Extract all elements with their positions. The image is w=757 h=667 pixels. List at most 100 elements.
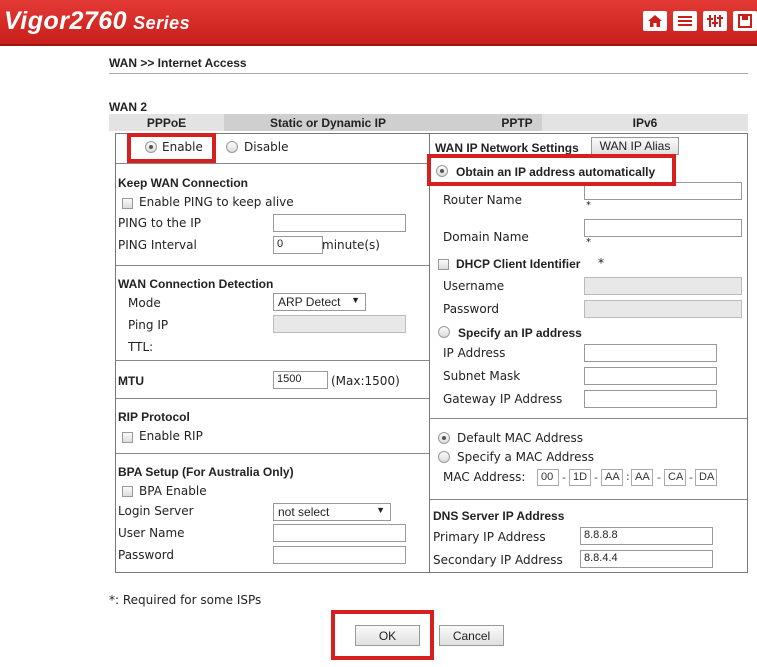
divider xyxy=(430,418,747,419)
subnet-mask-label: Subnet Mask xyxy=(443,369,521,383)
mac-separator: - xyxy=(594,471,598,484)
ttl-label: TTL: xyxy=(128,340,154,354)
user-name-label: User Name xyxy=(118,526,185,540)
secondary-dns-label: Secondary IP Address xyxy=(433,553,563,567)
dropdown-arrow-icon: ▼ xyxy=(351,295,360,305)
login-server-label: Login Server xyxy=(118,504,194,518)
ping-to-ip-input[interactable] xyxy=(273,214,406,232)
dhcp-username-label: Username xyxy=(443,279,505,293)
divider xyxy=(430,499,747,500)
highlight-box xyxy=(127,133,216,163)
ping-interval-input[interactable]: 0 xyxy=(273,236,323,254)
cancel-button[interactable]: Cancel xyxy=(439,625,504,646)
ip-address-label: IP Address xyxy=(443,346,506,360)
ping-interval-label: PING Interval xyxy=(118,238,197,252)
footer-note: *: Required for some ISPs xyxy=(109,593,262,607)
required-asterisk: * xyxy=(586,200,591,211)
mac-octet-1[interactable]: 00 xyxy=(537,469,559,486)
secondary-dns-input[interactable]: 8.8.4.4 xyxy=(580,550,713,568)
home-icon[interactable] xyxy=(643,11,667,31)
disable-label: Disable xyxy=(244,140,289,154)
mtu-max-label: (Max:1500) xyxy=(331,374,400,388)
enable-ping-checkbox[interactable] xyxy=(122,198,133,209)
password-label: Password xyxy=(118,548,175,562)
dhcp-username-input[interactable] xyxy=(584,277,742,295)
router-name-label: Router Name xyxy=(443,193,522,207)
dhcp-client-checkbox[interactable] xyxy=(438,259,449,270)
enable-rip-checkbox[interactable] xyxy=(122,432,133,443)
domain-name-input[interactable] xyxy=(584,219,742,237)
mac-octet-2[interactable]: 1D xyxy=(569,469,591,486)
dhcp-client-label: DHCP Client Identifier xyxy=(456,257,581,271)
tab-pppoe[interactable]: PPPoE xyxy=(109,114,224,131)
required-asterisk: * xyxy=(586,237,591,248)
right-panel: WAN IP Network Settings WAN IP Alias Obt… xyxy=(429,133,748,573)
default-mac-radio[interactable] xyxy=(438,432,450,444)
domain-name-label: Domain Name xyxy=(443,230,529,244)
mac-octet-4[interactable]: AA xyxy=(631,469,653,486)
mac-octet-6[interactable]: DA xyxy=(695,469,717,486)
enable-ping-label: Enable PING to keep alive xyxy=(139,195,294,209)
dhcp-password-input[interactable] xyxy=(584,300,742,318)
specify-ip-radio[interactable] xyxy=(438,326,450,338)
mac-separator: - xyxy=(689,471,693,484)
mac-address-label: MAC Address: xyxy=(443,470,526,484)
keep-wan-title: Keep WAN Connection xyxy=(118,176,249,190)
list-icon[interactable] xyxy=(673,11,697,31)
tab-static-dynamic-ip[interactable]: Static or Dynamic IP xyxy=(224,114,432,131)
highlight-box xyxy=(427,154,676,186)
divider xyxy=(116,265,429,266)
mtu-input[interactable]: 1500 xyxy=(273,371,328,389)
ping-ip-input[interactable] xyxy=(273,315,406,333)
default-mac-label: Default MAC Address xyxy=(457,431,583,445)
highlight-box xyxy=(331,610,434,660)
wan-ip-alias-button[interactable]: WAN IP Alias xyxy=(591,137,679,155)
bpa-title: BPA Setup (For Australia Only) xyxy=(118,465,294,479)
disable-radio[interactable] xyxy=(226,141,238,153)
dhcp-password-label: Password xyxy=(443,302,500,316)
user-name-input[interactable] xyxy=(273,524,406,542)
save-icon[interactable] xyxy=(733,11,757,31)
wan-title: WAN 2 xyxy=(109,100,148,114)
mac-separator: - xyxy=(562,471,566,484)
ping-to-ip-label: PING to the IP xyxy=(118,216,202,230)
bpa-enable-label: BPA Enable xyxy=(139,484,207,498)
login-server-select[interactable]: not select ▼ xyxy=(273,503,391,521)
password-input[interactable] xyxy=(273,546,406,564)
primary-dns-input[interactable]: 8.8.8.8 xyxy=(580,527,713,545)
divider xyxy=(116,163,429,164)
mac-octet-5[interactable]: CA xyxy=(664,469,686,486)
brand-name: Vigor2760 xyxy=(4,7,128,35)
mac-separator: - xyxy=(657,471,661,484)
mode-select[interactable]: ARP Detect ▼ xyxy=(273,293,366,311)
required-asterisk: * xyxy=(598,256,604,270)
primary-dns-label: Primary IP Address xyxy=(433,530,546,544)
mac-octet-3[interactable]: AA xyxy=(601,469,623,486)
ip-address-input[interactable] xyxy=(584,344,717,362)
tab-ipv6[interactable]: IPv6 xyxy=(542,114,748,131)
mode-value: ARP Detect xyxy=(278,295,341,309)
specify-mac-label: Specify a MAC Address xyxy=(457,450,594,464)
app-header: Vigor2760 Series xyxy=(0,0,757,46)
mac-separator: : xyxy=(626,470,630,483)
brand-series: Series xyxy=(133,13,191,33)
bpa-enable-checkbox[interactable] xyxy=(122,486,133,497)
specify-ip-label: Specify an IP address xyxy=(458,326,582,340)
breadcrumb: WAN >> Internet Access xyxy=(109,56,247,70)
enable-rip-label: Enable RIP xyxy=(139,429,203,443)
ping-ip-label: Ping IP xyxy=(128,318,169,332)
tab-bar: PPPoE Static or Dynamic IP PPTP IPv6 xyxy=(109,114,748,131)
sliders-icon[interactable] xyxy=(703,11,727,31)
breadcrumb-divider xyxy=(109,73,748,74)
gateway-input[interactable] xyxy=(584,390,717,408)
minutes-label: minute(s) xyxy=(322,238,380,252)
subnet-mask-input[interactable] xyxy=(584,367,717,385)
dns-title: DNS Server IP Address xyxy=(433,509,565,523)
gateway-label: Gateway IP Address xyxy=(443,392,563,406)
tab-pptp[interactable]: PPTP xyxy=(432,114,542,131)
divider xyxy=(116,453,429,454)
brand-logo: Vigor2760 Series xyxy=(4,7,190,36)
mtu-label: MTU xyxy=(118,374,144,388)
detection-title: WAN Connection Detection xyxy=(118,277,274,291)
specify-mac-radio[interactable] xyxy=(438,451,450,463)
